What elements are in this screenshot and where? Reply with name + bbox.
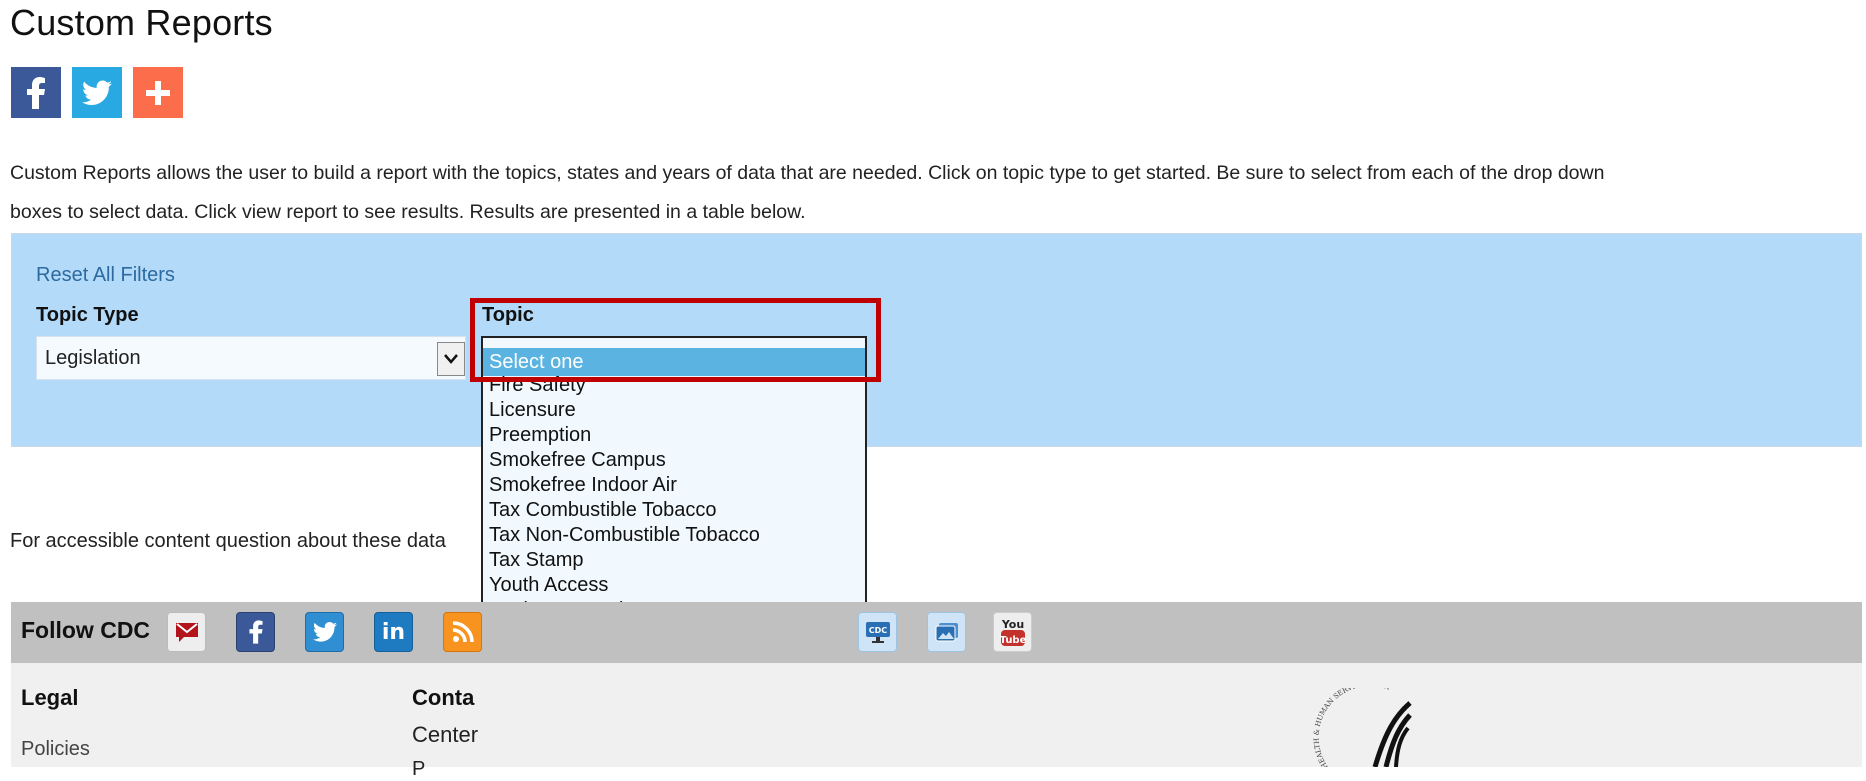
- footer-links-area: [11, 663, 1862, 767]
- topic-option[interactable]: Preemption: [483, 423, 865, 448]
- svg-text:CDC: CDC: [868, 626, 887, 635]
- cdc-tv-icon: CDC: [865, 622, 890, 643]
- reset-all-filters-link[interactable]: Reset All Filters: [36, 264, 175, 287]
- legal-heading: Legal: [21, 685, 79, 710]
- topic-option[interactable]: Tax Combustible Tobacco: [483, 498, 865, 523]
- contact-text: Center: [412, 722, 479, 747]
- intro-text-line1: Custom Reports allows the user to build …: [10, 162, 1605, 184]
- follow-youtube-link[interactable]: You Tube: [993, 612, 1032, 652]
- topic-option[interactable]: Fire Safety: [483, 373, 865, 398]
- facebook-icon: [248, 620, 263, 644]
- topic-option[interactable]: Licensure: [483, 398, 865, 423]
- topic-option[interactable]: Select one: [483, 348, 865, 376]
- linkedin-icon: in: [381, 619, 406, 645]
- topic-label: Topic: [482, 304, 534, 326]
- follow-cdc-label: Follow CDC: [21, 617, 151, 643]
- topic-option[interactable]: Youth Access: [483, 573, 865, 598]
- follow-linkedin-link[interactable]: in: [374, 612, 413, 652]
- contact-heading: Conta: [412, 685, 475, 710]
- topic-type-value: Legislation: [45, 347, 141, 369]
- intro-text-line2: boxes to select data. Click view report …: [10, 201, 806, 223]
- plus-icon: [146, 80, 170, 105]
- follow-rss-link[interactable]: [443, 612, 482, 652]
- facebook-share-button[interactable]: [11, 67, 61, 118]
- svg-text:Tube: Tube: [999, 635, 1026, 646]
- youtube-icon: You Tube: [999, 618, 1026, 646]
- rss-icon: [452, 621, 474, 643]
- addthis-share-button[interactable]: [133, 67, 183, 118]
- svg-text:You: You: [1000, 618, 1023, 631]
- follow-cdc-tv-link[interactable]: CDC: [858, 612, 897, 652]
- topic-type-label: Topic Type: [36, 304, 139, 326]
- topic-option[interactable]: Tax Non-Combustible Tobacco: [483, 523, 865, 548]
- follow-twitter-link[interactable]: [305, 612, 344, 652]
- topic-type-dropdown-button[interactable]: [437, 342, 465, 376]
- twitter-icon: [82, 80, 112, 105]
- twitter-share-button[interactable]: [72, 67, 122, 118]
- topic-option[interactable]: Tax Stamp: [483, 548, 865, 573]
- page-title: Custom Reports: [10, 2, 273, 43]
- follow-facebook-link[interactable]: [236, 612, 275, 652]
- contact-text-2: P: [412, 758, 426, 780]
- image-library-icon: [935, 623, 958, 642]
- topic-option[interactable]: Smokefree Indoor Air: [483, 473, 865, 498]
- policies-link[interactable]: Policies: [21, 738, 90, 761]
- topic-type-select[interactable]: Legislation: [36, 336, 466, 380]
- facebook-icon: [27, 76, 45, 109]
- follow-email-link[interactable]: [167, 612, 206, 652]
- follow-image-library-link[interactable]: [927, 612, 966, 652]
- topic-option[interactable]: Smokefree Campus: [483, 448, 865, 473]
- hhs-logo-icon: HEALTH & HUMAN SERVICES-USA: [1313, 688, 1412, 767]
- accessible-content-text: For accessible content question about th…: [10, 530, 446, 552]
- chevron-down-icon: [444, 354, 458, 364]
- email-icon: [175, 623, 198, 642]
- twitter-icon: [312, 622, 337, 642]
